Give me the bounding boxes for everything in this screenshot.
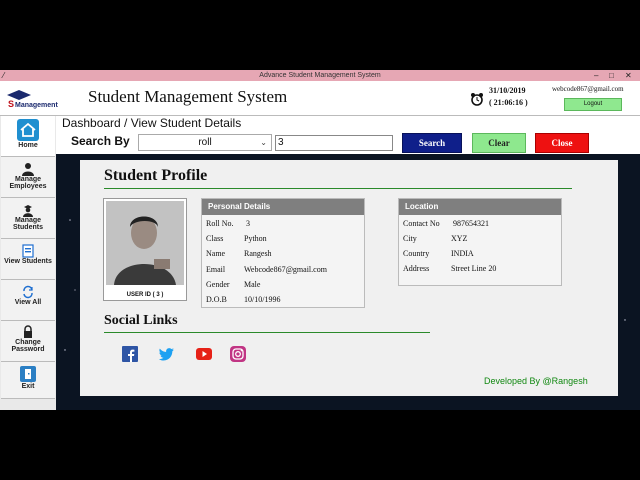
instagram-icon[interactable] [230,346,246,362]
field-value: 3 [246,219,250,228]
sidebar-item-label: View Students [4,258,52,265]
field-value: XYZ [451,234,468,243]
divider [104,188,572,189]
sidebar-item-manage-students[interactable]: Manage Students [1,198,55,239]
students-icon [23,205,33,217]
developer-credit: Developed By @Rangesh [484,376,588,386]
location-box: Location Contact No 987654321 City XYZ C… [398,198,562,286]
field-value: 10/10/1996 [244,295,281,304]
sidebar: Home Manage Employees Manage Students Vi… [0,116,56,410]
field-label: Class [206,234,224,243]
sidebar-item-label: Exit [21,383,35,390]
sidebar-item-home[interactable]: Home [1,116,55,157]
app-title: Student Management System [88,87,288,106]
student-profile-panel: Student Profile USER ID ( 3 ) Personal D… [80,160,618,396]
field-value: Python [244,234,267,243]
lock-icon [24,325,32,338]
refresh-icon [23,285,33,299]
current-date: 31/10/2019 [489,86,526,95]
home-icon [17,119,39,141]
twitter-icon[interactable] [159,346,175,362]
sidebar-item-label: Manage Students [13,217,43,231]
field-value: INDIA [451,249,474,258]
field-value: Rangesh [244,249,272,258]
search-button[interactable]: Search [402,133,462,153]
youtube-icon[interactable] [196,346,212,362]
divider [104,332,430,333]
field-label: Gender [206,280,230,289]
sidebar-item-view-students[interactable]: View Students [1,239,55,280]
field-label: Name [206,249,226,258]
profile-title: Student Profile [104,167,208,184]
sidebar-item-change-password[interactable]: Change Password [1,321,55,362]
field-label: City [403,234,417,243]
minimize-icon[interactable]: – [594,70,598,81]
student-photo [106,201,184,285]
view-students-icon [22,244,34,258]
facebook-icon[interactable] [122,346,138,362]
search-field-select[interactable]: roll ⌄ [138,134,272,151]
maximize-icon[interactable]: □ [609,70,614,81]
search-by-label: Search By [71,134,130,148]
close-window-icon[interactable]: ✕ [625,70,632,81]
sidebar-item-manage-employees[interactable]: Manage Employees [1,157,55,198]
field-label: D.O.B [206,295,227,304]
app-logo: S Management [7,90,58,109]
window-titlebar: ⁄ Advance Student Management System – □ … [0,70,640,81]
field-label: Roll No. [206,219,234,228]
clear-button[interactable]: Clear [472,133,526,153]
app-window: ⁄ Advance Student Management System – □ … [0,70,640,410]
personal-details-heading: Personal Details [202,199,364,215]
sidebar-item-label: Home [18,142,38,149]
svg-text:S: S [8,99,14,109]
close-button[interactable]: Close [535,133,589,153]
employee-icon [22,163,34,176]
alarm-clock-icon [471,93,483,106]
sidebar-item-exit[interactable]: Exit [1,362,55,399]
search-field-value: roll [198,137,212,148]
field-label: Email [206,265,226,274]
field-label: Contact No [403,219,440,228]
search-input[interactable]: 3 [275,135,393,151]
social-links-title: Social Links [104,313,178,328]
field-label: Address [403,264,430,273]
field-label: Country [403,249,430,258]
field-value: 987654321 [453,219,489,228]
field-value: Male [244,280,261,289]
breadcrumb: Dashboard / View Student Details [62,116,242,130]
personal-details-box: Personal Details Roll No. 3 Class Python… [201,198,365,308]
exit-icon [20,366,36,382]
student-photo-card: USER ID ( 3 ) [103,198,187,301]
sidebar-item-label: Manage Employees [9,176,47,190]
system-menu-icon[interactable]: ⁄ [3,70,4,81]
field-value: Webcode867@gmail.com [244,265,327,274]
app-header: S Management Student Management System 3… [0,81,640,116]
user-email: webcode867@gmail.com [552,85,624,93]
search-toolbar: Dashboard / View Student Details Search … [56,116,640,154]
logout-button[interactable]: Logout [564,98,622,111]
sidebar-item-view-all[interactable]: View All [1,280,55,321]
field-value: Street Line 20 [451,264,497,273]
current-time: ( 21:06:16 ) [489,98,528,107]
user-id-label: USER ID ( 3 ) [126,292,164,298]
sidebar-item-label: View All [14,299,42,306]
location-heading: Location [399,199,561,215]
svg-text:Management: Management [15,102,58,109]
window-title: Advance Student Management System [259,72,381,79]
sidebar-item-label: Change Password [11,339,45,353]
chevron-down-icon: ⌄ [260,138,267,147]
